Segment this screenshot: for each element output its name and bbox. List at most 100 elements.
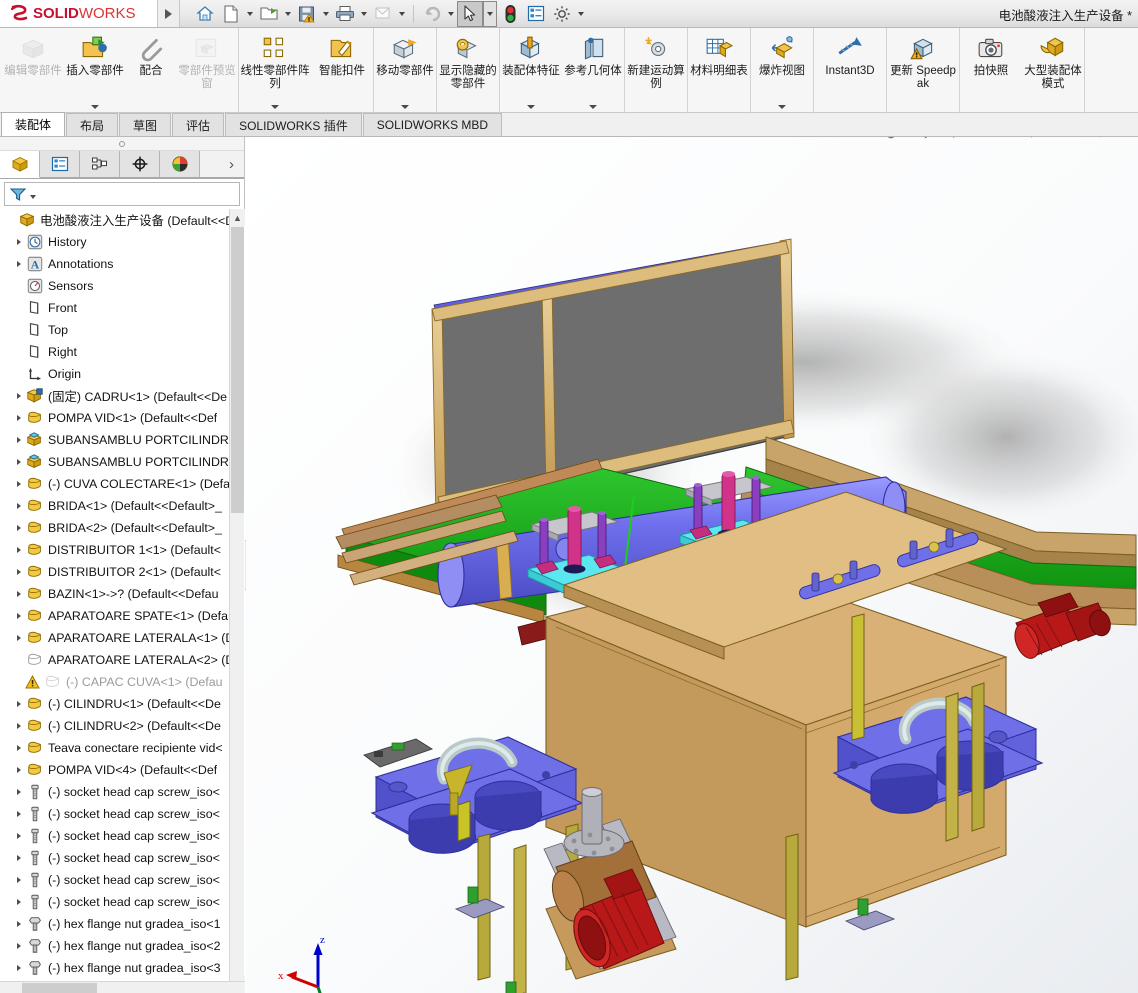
save-icon[interactable]	[294, 1, 320, 27]
tree-item[interactable]: APARATOARE LATERALA<2> (D	[0, 649, 245, 671]
open-folder-icon[interactable]	[256, 1, 282, 27]
tree-expand-arrow[interactable]	[12, 605, 25, 627]
tree-item[interactable]: APARATOARE LATERALA<1> (D	[0, 627, 245, 649]
tree-item[interactable]: POMPA VID<1> (Default<<Def	[0, 407, 245, 429]
tree-item[interactable]: (-) socket head cap screw_iso<	[0, 825, 245, 847]
filter-dropdown-caret[interactable]	[30, 195, 36, 199]
tree-expand-arrow[interactable]	[12, 781, 25, 803]
assembly-feature-button[interactable]: 装配体特征	[500, 28, 562, 113]
tree-item[interactable]: (-) hex flange nut gradea_iso<3	[0, 957, 245, 979]
undo-icon[interactable]	[419, 1, 445, 27]
update-speedpak-button[interactable]: 更新 Speedpak	[887, 28, 959, 113]
tree-expand-arrow[interactable]	[12, 539, 25, 561]
panel-expand-button[interactable]: ›	[200, 151, 244, 178]
tree-expand-arrow[interactable]	[12, 869, 25, 891]
tree-item[interactable]: (固定) CADRU<1> (Default<<De	[0, 385, 245, 407]
tree-expand-arrow[interactable]	[12, 759, 25, 781]
tree-expand-arrow[interactable]	[12, 737, 25, 759]
command-tab-草图[interactable]: 草图	[119, 113, 171, 136]
command-tab-solidworks-mbd[interactable]: SOLIDWORKS MBD	[363, 113, 502, 136]
tree-expand-arrow[interactable]	[12, 891, 25, 913]
tree-expand-arrow[interactable]	[12, 583, 25, 605]
ribbon-dropdown-caret[interactable]	[91, 105, 99, 109]
tree-item[interactable]: SUBANSAMBLU PORTCILINDRU	[0, 451, 245, 473]
tree-expand-arrow[interactable]	[12, 913, 25, 935]
tree-item[interactable]: (-) socket head cap screw_iso<	[0, 891, 245, 913]
print-preview-dropdown[interactable]	[396, 1, 408, 27]
tree-item[interactable]: AAnnotations	[0, 253, 245, 275]
display-manager-tab[interactable]	[160, 151, 200, 178]
tree-item[interactable]: History	[0, 231, 245, 253]
options-list-icon[interactable]	[523, 1, 549, 27]
tree-expand-arrow[interactable]	[12, 847, 25, 869]
tree-expand-arrow[interactable]	[12, 825, 25, 847]
tree-item[interactable]: Origin	[0, 363, 245, 385]
print-icon[interactable]	[332, 1, 358, 27]
feature-manager-tab[interactable]	[0, 151, 40, 178]
tree-expand-arrow[interactable]	[12, 517, 25, 539]
tree-expand-arrow[interactable]	[12, 253, 25, 275]
snapshot-camera-button[interactable]: 拍快照	[960, 28, 1022, 113]
view-orientation-icon[interactable]	[990, 137, 1016, 142]
new-motion-study-button[interactable]: 新建运动算例	[625, 28, 687, 113]
tree-item[interactable]: (-) hex flange nut gradea_iso<1	[0, 913, 245, 935]
tree-item[interactable]: APARATOARE SPATE<1> (Defa	[0, 605, 245, 627]
smart-fastener-button[interactable]: 智能扣件	[311, 28, 373, 113]
tree-item[interactable]: (-) socket head cap screw_iso<	[0, 847, 245, 869]
tree-item[interactable]: (-) CUVA COLECTARE<1> (Defa	[0, 473, 245, 495]
new-document-dropdown[interactable]	[244, 1, 256, 27]
ribbon-dropdown-caret[interactable]	[527, 105, 535, 109]
tree-expand-arrow[interactable]	[12, 803, 25, 825]
feature-tree[interactable]: 电池酸液注入生产设备 (Default<<DeHistoryAAnnotatio…	[0, 209, 245, 993]
options-dropdown[interactable]	[575, 1, 587, 27]
save-dropdown[interactable]	[320, 1, 332, 27]
appearances-dropdown[interactable]	[1115, 137, 1126, 142]
ribbon-dropdown-caret[interactable]	[778, 105, 786, 109]
expand-menu-button[interactable]	[158, 0, 180, 27]
move-component-button[interactable]: 移动零部件	[374, 28, 436, 113]
tree-item[interactable]: Right	[0, 341, 245, 363]
select-cursor-icon[interactable]	[457, 1, 483, 27]
tree-expand-arrow[interactable]	[12, 451, 25, 473]
open-dropdown[interactable]	[282, 1, 294, 27]
tree-item[interactable]: (-) socket head cap screw_iso<	[0, 869, 245, 891]
ribbon-dropdown-caret[interactable]	[589, 105, 597, 109]
assembly-3d-model[interactable]: z x y	[246, 137, 1138, 993]
tree-item[interactable]: BRIDA<1> (Default<<Default>_	[0, 495, 245, 517]
rebuild-status-icon[interactable]	[497, 1, 523, 27]
appearances-icon[interactable]	[1087, 137, 1113, 142]
tree-item[interactable]: DISTRIBUITOR 1<1> (Default<	[0, 539, 245, 561]
tree-item[interactable]: (-) CILINDRU<1> (Default<<De	[0, 693, 245, 715]
show-hidden-button[interactable]: 显示隐藏的零部件	[437, 28, 499, 113]
command-tab-评估[interactable]: 评估	[172, 113, 224, 136]
tree-item[interactable]: (-) hex flange nut gradea_iso<2	[0, 935, 245, 957]
exploded-view-button[interactable]: 爆炸视图	[751, 28, 813, 113]
undo-dropdown[interactable]	[445, 1, 457, 27]
tree-expand-arrow[interactable]	[12, 627, 25, 649]
apply-scene-icon[interactable]	[1128, 137, 1138, 142]
tree-item[interactable]: (-) CAPAC CUVA<1> (Defau	[0, 671, 245, 693]
command-tab-装配体[interactable]: 装配体	[1, 112, 65, 136]
tree-expand-arrow[interactable]	[12, 385, 25, 407]
tree-expand-arrow[interactable]	[12, 429, 25, 451]
tree-item[interactable]: (-) CILINDRU<2> (Default<<De	[0, 715, 245, 737]
tree-item[interactable]: DISTRIBUITOR 2<1> (Default<	[0, 561, 245, 583]
tree-root-item[interactable]: 电池酸液注入生产设备 (Default<<De	[0, 209, 245, 231]
tree-expand-arrow[interactable]	[12, 495, 25, 517]
print-dropdown[interactable]	[358, 1, 370, 27]
panel-grip-handle[interactable]	[0, 137, 244, 151]
mate-paperclip-button[interactable]: 配合	[126, 28, 176, 113]
tree-item[interactable]: Top	[0, 319, 245, 341]
zoom-to-fit-icon[interactable]	[878, 137, 904, 142]
home-icon[interactable]	[192, 1, 218, 27]
zoom-to-area-icon[interactable]	[906, 137, 932, 142]
tree-item[interactable]: (-) socket head cap screw_iso<	[0, 803, 245, 825]
tree-expand-arrow[interactable]	[12, 935, 25, 957]
new-document-icon[interactable]	[218, 1, 244, 27]
previous-view-icon[interactable]	[934, 137, 960, 142]
tree-item[interactable]: SUBANSAMBLU PORTCILINDRU	[0, 429, 245, 451]
instant3d-button[interactable]: Instant3D	[814, 28, 886, 113]
tree-expand-arrow[interactable]	[12, 561, 25, 583]
tree-filter-box[interactable]	[4, 182, 240, 206]
section-view-icon[interactable]	[962, 137, 988, 142]
